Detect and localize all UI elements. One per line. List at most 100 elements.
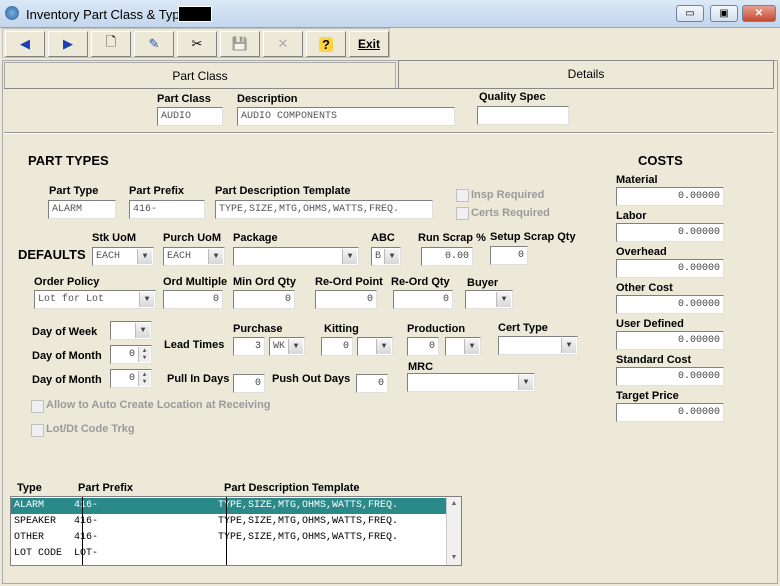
grid-cell-prefix: 416- <box>74 532 99 543</box>
cost-label: Labor <box>616 210 647 222</box>
pull-in-days-field[interactable]: 0 <box>233 374 265 393</box>
part-class-label: Part Class <box>157 93 211 105</box>
production-label: Production <box>407 323 466 335</box>
edit-button[interactable]: ✎ <box>134 31 174 57</box>
help-icon: ? <box>319 36 333 52</box>
toolbar: ◀ ▶ 🗋 ✎ ✂ 💾 ✕ ? Exit <box>2 28 390 58</box>
production-lead-field[interactable]: 0 <box>407 337 439 356</box>
production-unit-select[interactable]: ▼ <box>445 337 481 356</box>
certs-required-checkbox[interactable] <box>456 207 469 220</box>
grid-cell-prefix: LOT- <box>74 548 99 559</box>
grid-cell-template: TYPE,SIZE,MTG,OHMS,WATTS,FREQ. <box>218 532 399 543</box>
scroll-down-icon[interactable]: ▼ <box>447 551 461 565</box>
cut-button[interactable]: ✂ <box>177 31 217 57</box>
ord-multiple-field[interactable]: 0 <box>163 290 223 309</box>
reord-point-field[interactable]: 0 <box>315 290 377 309</box>
table-row[interactable]: SPEAKER 416- TYPE,SIZE,MTG,OHMS,WATTS,FREQ… <box>11 514 447 530</box>
defaults-title: DEFAULTS <box>18 247 86 262</box>
window-title: Inventory Part Class & Type <box>26 7 187 22</box>
cost-field[interactable]: 0.00000 <box>616 259 724 278</box>
cost-field[interactable]: 0.00000 <box>616 367 724 386</box>
purch-uom-select[interactable]: EACH ▼ <box>163 247 225 266</box>
template-field[interactable]: TYPE,SIZE,MTG,OHMS,WATTS,FREQ. <box>215 200 433 219</box>
maximize-button[interactable]: ▣ <box>710 5 738 22</box>
save-button[interactable]: 💾 <box>220 31 260 57</box>
day-of-week-select[interactable]: ▼ <box>110 321 152 340</box>
next-button[interactable]: ▶ <box>48 31 88 57</box>
table-row[interactable]: OTHER 416- TYPE,SIZE,MTG,OHMS,WATTS,FREQ. <box>11 530 447 546</box>
cost-field[interactable]: 0.00000 <box>616 403 724 422</box>
help-button[interactable]: ? <box>306 31 346 57</box>
kitting-unit-select[interactable]: ▼ <box>357 337 393 356</box>
purchase-unit-select[interactable]: WK ▼ <box>269 337 305 356</box>
cert-type-select[interactable]: ▼ <box>498 336 578 355</box>
prev-arrow-icon: ◀ <box>20 36 30 51</box>
cost-field[interactable]: 0.00000 <box>616 187 724 206</box>
purchase-lead-field[interactable]: 3 <box>233 337 265 356</box>
reord-qty-field[interactable]: 0 <box>393 290 453 309</box>
new-button[interactable]: 🗋 <box>91 31 131 57</box>
day-of-week-label: Day of Week <box>32 326 98 338</box>
package-select[interactable]: ▼ <box>233 247 359 266</box>
table-row[interactable]: ALARM 416- TYPE,SIZE,MTG,OHMS,WATTS,FREQ. <box>11 498 447 514</box>
push-out-days-field[interactable]: 0 <box>356 374 388 393</box>
part-class-field[interactable]: AUDIO <box>157 107 223 126</box>
day-of-month-spinner[interactable]: 0 ▲ ▼ <box>110 345 152 364</box>
stk-uom-select[interactable]: EACH ▼ <box>92 247 154 266</box>
grid-cell-template: TYPE,SIZE,MTG,OHMS,WATTS,FREQ. <box>218 516 399 527</box>
chevron-down-icon: ▼ <box>561 338 576 353</box>
day-of-month-2-value: 0 <box>128 373 135 384</box>
chevron-down-icon: ▼ <box>139 292 154 307</box>
run-scrap-field[interactable]: 0.00 <box>421 247 473 266</box>
lot-dt-checkbox[interactable] <box>31 424 44 437</box>
stk-uom-label: Stk UoM <box>92 232 136 244</box>
mrc-select[interactable]: ▼ <box>407 373 535 392</box>
grid-scrollbar[interactable]: ▲ ▼ <box>446 497 461 565</box>
grid-cell-type: SPEAKER <box>14 516 57 527</box>
tab-part-class[interactable]: Part Class <box>4 62 396 88</box>
day-of-month-value: 0 <box>128 349 135 360</box>
delete-button[interactable]: ✕ <box>263 31 303 57</box>
insp-required-checkbox[interactable] <box>456 189 469 202</box>
tab-divider <box>4 88 774 89</box>
pull-in-days-label: Pull In Days <box>167 373 230 385</box>
lot-dt-label: Lot/Dt Code Trkg <box>46 423 135 435</box>
mrc-label: MRC <box>408 361 434 373</box>
part-prefix-field[interactable]: 416- <box>129 200 205 219</box>
scroll-up-icon[interactable]: ▲ <box>447 497 461 511</box>
table-row[interactable]: LOT CODE LOT- <box>11 546 447 562</box>
day-of-month-2-spinner[interactable]: 0 ▲ ▼ <box>110 369 152 388</box>
min-ord-qty-field[interactable]: 0 <box>233 290 295 309</box>
scissors-icon: ✂ <box>191 36 203 51</box>
order-policy-label: Order Policy <box>34 276 100 288</box>
description-field[interactable]: AUDIO COMPONENTS <box>237 107 455 126</box>
day-of-month-2-label: Day of Month <box>32 374 102 386</box>
cost-label: Standard Cost <box>616 354 692 366</box>
quality-spec-field[interactable] <box>477 106 569 125</box>
part-type-field[interactable]: ALARM <box>48 200 116 219</box>
quality-spec-label: Quality Spec <box>479 91 546 103</box>
order-policy-select[interactable]: Lot for Lot ▼ <box>34 290 156 309</box>
header-separator <box>4 132 774 134</box>
certs-required-label: Certs Required <box>471 207 550 219</box>
auto-create-location-checkbox[interactable] <box>31 400 44 413</box>
cost-field[interactable]: 0.00000 <box>616 223 724 242</box>
cost-field[interactable]: 0.00000 <box>616 295 724 314</box>
cost-field[interactable]: 0.00000 <box>616 331 724 350</box>
previous-button[interactable]: ◀ <box>5 31 45 57</box>
kitting-lead-field[interactable]: 0 <box>321 337 353 356</box>
grid-column-divider <box>226 497 227 565</box>
chevron-down-icon: ▼ <box>208 249 223 264</box>
close-button[interactable]: ✕ <box>742 5 776 22</box>
buyer-select[interactable]: ▼ <box>465 290 513 309</box>
setup-scrap-field[interactable]: 0 <box>490 246 528 265</box>
abc-select[interactable]: B ▼ <box>371 247 401 266</box>
tab-details[interactable]: Details <box>398 60 774 88</box>
package-label: Package <box>233 232 278 244</box>
purch-uom-value: EACH <box>167 251 192 262</box>
exit-button[interactable]: Exit <box>349 31 389 57</box>
chevron-down-icon: ▼ <box>496 292 511 307</box>
grid-cell-type: LOT CODE <box>14 548 63 559</box>
part-types-grid: ALARM 416- TYPE,SIZE,MTG,OHMS,WATTS,FREQ. S… <box>10 496 462 566</box>
minimize-button[interactable]: ▭ <box>676 5 704 22</box>
